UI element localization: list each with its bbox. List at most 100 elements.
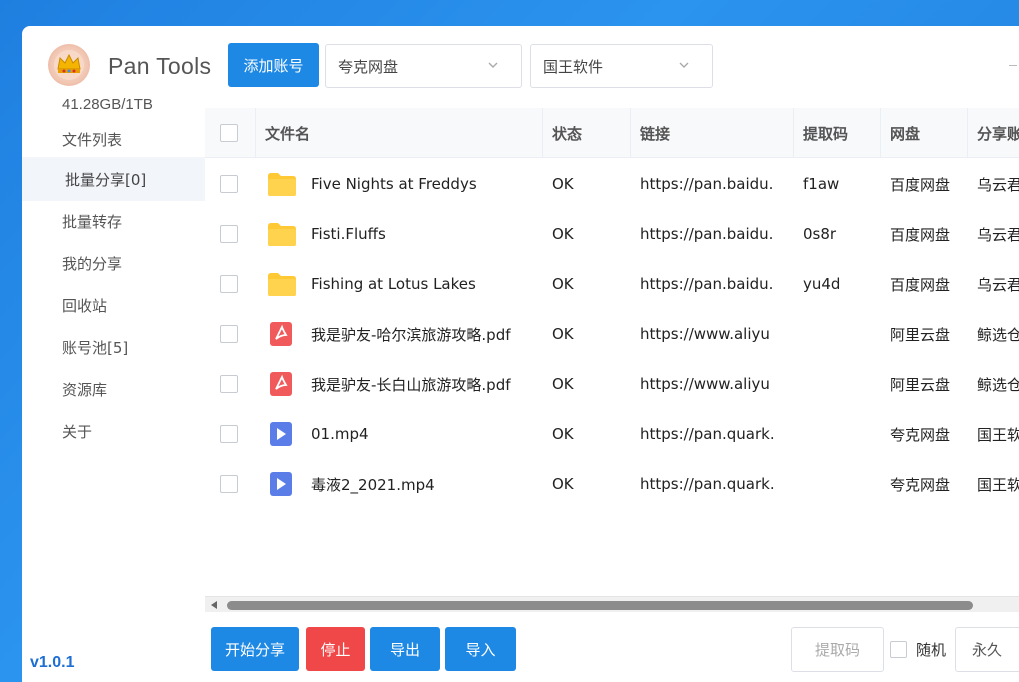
status-cell: OK [552,325,574,343]
table-row[interactable]: 我是驴友-长白山旅游攻略.pdf OK https://www.aliyu 阿里… [205,359,1019,409]
sidebar-item-label: 批量分享[0] [65,170,147,189]
code-cell [794,359,881,409]
sidebar-item-file-list[interactable]: 文件列表 [22,119,205,159]
crown-icon [54,50,84,80]
chevron-down-icon [488,62,498,68]
random-label: 随机 [916,641,947,659]
select-all-checkbox[interactable] [220,124,238,142]
row-checkbox[interactable] [220,225,238,243]
header-drive[interactable]: 网盘 [881,108,968,158]
row-checkbox[interactable] [220,325,238,343]
account-select[interactable]: 国王软件 [530,44,713,88]
row-checkbox[interactable] [220,175,238,193]
link-cell[interactable]: https://www.aliyu [631,309,794,359]
file-name: 01.mp4 [311,425,369,443]
storage-usage: 41.28GB/1TB [62,96,153,113]
sidebar-item-recycle-bin[interactable]: 回收站 [22,283,205,327]
sidebar-item-label: 文件列表 [62,130,123,149]
pdf-icon [270,322,292,346]
account-cell: 乌云君 [977,175,1019,194]
code-cell [794,409,881,459]
account-cell: 乌云君 [977,225,1019,244]
random-checkbox[interactable] [890,641,907,658]
sidebar-item-batch-share[interactable]: 批量分享[0] [22,157,205,201]
code-cell: 0s8r [803,225,837,243]
file-name: Fishing at Lotus Lakes [311,275,476,293]
link-cell[interactable]: https://www.aliyu [631,359,794,409]
account-select-value: 国王软件 [543,57,604,76]
drive-cell: 百度网盘 [890,225,951,244]
link-cell[interactable]: https://pan.quark. [631,459,794,509]
status-cell: OK [552,275,574,293]
app-version: v1.0.1 [30,654,75,671]
share-table: 文件名 状态 链接 提取码 网盘 分享账 Five Nights at Fred… [205,108,1019,612]
scroll-left-arrow-icon[interactable] [211,601,217,609]
header-filename[interactable]: 文件名 [256,108,543,158]
video-icon [270,422,292,446]
sidebar-item-label: 关于 [62,422,93,441]
minimize-icon[interactable] [1009,65,1017,66]
header-status[interactable]: 状态 [543,108,631,158]
link-cell[interactable]: https://pan.baidu. [631,259,794,309]
pdf-icon [270,372,292,396]
folder-icon [268,223,296,246]
table-row[interactable]: Five Nights at Freddys OK https://pan.ba… [205,159,1019,209]
link-cell[interactable]: https://pan.baidu. [631,159,794,209]
header-link[interactable]: 链接 [631,108,794,158]
drive-select[interactable]: 夸克网盘 [325,44,522,88]
sidebar-item-resource-library[interactable]: 资源库 [22,367,205,411]
extract-code-input[interactable]: 提取码 [791,627,884,672]
drive-cell: 夸克网盘 [890,425,951,444]
row-checkbox[interactable] [220,425,238,443]
file-name: 我是驴友-哈尔滨旅游攻略.pdf [311,325,511,344]
scrollbar-thumb[interactable] [227,601,973,610]
link-cell[interactable]: https://pan.quark. [631,409,794,459]
status-cell: OK [552,425,574,443]
sidebar: 文件列表 批量分享[0] 批量转存 我的分享 回收站 账号池[5] 资源库 关于 [22,121,205,453]
status-cell: OK [552,375,574,393]
sidebar-item-about[interactable]: 关于 [22,409,205,453]
row-checkbox[interactable] [220,375,238,393]
account-cell: 鲸选仓 [977,325,1019,344]
drive-cell: 阿里云盘 [890,325,951,344]
header-select-cell [205,108,256,158]
code-cell: f1aw [803,175,840,193]
table-row[interactable]: 毒液2_2021.mp4 OK https://pan.quark. 夸克网盘 … [205,459,1019,509]
start-share-button[interactable]: 开始分享 [211,627,299,671]
drive-cell: 夸克网盘 [890,475,951,494]
folder-icon [268,273,296,296]
sidebar-item-account-pool[interactable]: 账号池[5] [22,325,205,369]
table-row[interactable]: 01.mp4 OK https://pan.quark. 夸克网盘 国王软 [205,409,1019,459]
sidebar-item-batch-transfer[interactable]: 批量转存 [22,199,205,243]
video-icon [270,472,292,496]
file-name: Fisti.Fluffs [311,225,386,243]
account-cell: 国王软 [977,425,1019,444]
row-checkbox[interactable] [220,275,238,293]
table-row[interactable]: Fishing at Lotus Lakes OK https://pan.ba… [205,259,1019,309]
horizontal-scrollbar[interactable] [205,596,1019,612]
sidebar-item-label: 账号池[5] [62,338,129,357]
sidebar-item-my-shares[interactable]: 我的分享 [22,241,205,285]
sidebar-item-label: 我的分享 [62,254,123,273]
file-name: 毒液2_2021.mp4 [311,475,435,494]
header-code[interactable]: 提取码 [794,108,881,158]
row-checkbox[interactable] [220,475,238,493]
status-cell: OK [552,175,574,193]
header-share-account[interactable]: 分享账 [968,108,1019,158]
stop-button[interactable]: 停止 [306,627,365,671]
table-header: 文件名 状态 链接 提取码 网盘 分享账 [205,108,1019,158]
chevron-down-icon [679,62,689,68]
drive-select-value: 夸克网盘 [338,57,399,76]
table-row[interactable]: Fisti.Fluffs OK https://pan.baidu. 0s8r … [205,209,1019,259]
app-logo [48,44,90,86]
add-account-button[interactable]: 添加账号 [228,43,319,87]
link-cell[interactable]: https://pan.baidu. [631,209,794,259]
import-button[interactable]: 导入 [445,627,516,671]
expire-select[interactable]: 永久 [955,627,1019,672]
drive-cell: 百度网盘 [890,175,951,194]
drive-cell: 阿里云盘 [890,375,951,394]
export-button[interactable]: 导出 [370,627,440,671]
table-row[interactable]: 我是驴友-哈尔滨旅游攻略.pdf OK https://www.aliyu 阿里… [205,309,1019,359]
account-cell: 鲸选仓 [977,375,1019,394]
sidebar-item-label: 回收站 [62,296,108,315]
